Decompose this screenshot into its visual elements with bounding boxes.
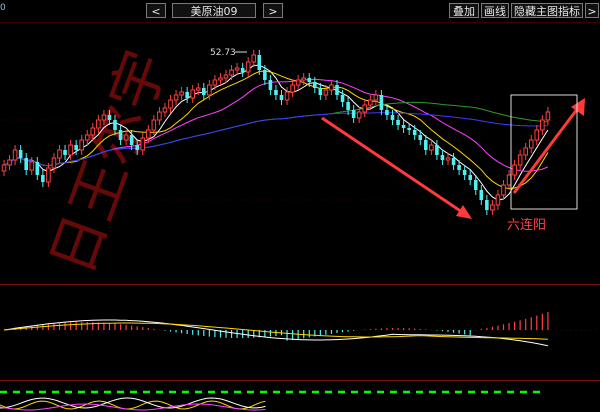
candle	[495, 190, 501, 210]
candle	[35, 157, 40, 180]
candle	[373, 90, 379, 105]
chart-window: 0 < 美原油09 > 叠加 画线 隐藏主图指标 > 日王尔宇 52.73 六连…	[0, 0, 600, 412]
candle	[506, 170, 512, 190]
candle	[41, 170, 45, 187]
candle	[240, 63, 245, 77]
candle	[424, 135, 428, 155]
candle	[335, 80, 339, 100]
candle	[517, 150, 523, 170]
candle	[251, 50, 257, 67]
candle	[379, 90, 384, 115]
annotation-label: 六连阳	[507, 217, 546, 233]
lower-indicator-panel	[0, 390, 540, 411]
watermark: 日王尔宇	[37, 42, 180, 283]
candle	[295, 75, 301, 90]
candle	[523, 143, 529, 160]
candle	[63, 145, 67, 160]
candle	[528, 135, 534, 153]
candle	[485, 195, 489, 215]
candle	[229, 65, 234, 80]
candle	[390, 110, 395, 125]
candle	[7, 155, 12, 170]
candle	[234, 63, 240, 75]
candle	[534, 125, 540, 145]
candle	[212, 75, 218, 90]
candle	[279, 90, 284, 105]
candle	[268, 75, 273, 95]
candle	[396, 115, 400, 130]
candle	[435, 140, 439, 160]
macd-panel	[3, 311, 549, 347]
candle	[290, 80, 295, 97]
candle	[351, 105, 356, 123]
candle	[57, 145, 62, 163]
candle	[46, 163, 51, 187]
candle	[24, 153, 28, 175]
candle	[190, 85, 195, 103]
arrow-down-right-icon	[321, 116, 472, 219]
candle	[429, 140, 434, 155]
candle	[274, 85, 278, 100]
candle	[490, 200, 495, 215]
kline-chart[interactable]: 日王尔宇 52.73 六连阳	[0, 0, 600, 412]
candle	[468, 170, 472, 185]
candle	[362, 100, 368, 117]
candle	[346, 97, 350, 115]
candle	[479, 185, 484, 205]
candle	[173, 90, 179, 105]
candle	[218, 73, 223, 85]
candle	[245, 57, 251, 77]
candle	[202, 83, 206, 100]
high-price-label: 52.73	[210, 48, 236, 58]
candle	[168, 95, 173, 113]
candle	[540, 115, 545, 135]
candle	[462, 165, 467, 180]
candle	[1, 160, 7, 176]
candle	[12, 145, 18, 165]
candle	[501, 180, 506, 200]
candle	[18, 145, 23, 163]
candle	[329, 80, 334, 95]
candle	[440, 150, 445, 165]
candle	[179, 87, 184, 100]
candle	[401, 120, 406, 133]
candle	[185, 87, 189, 103]
watermark-text: 日王尔宇	[37, 42, 180, 283]
candle	[512, 160, 517, 180]
candle	[284, 87, 290, 105]
candle	[263, 65, 267, 85]
